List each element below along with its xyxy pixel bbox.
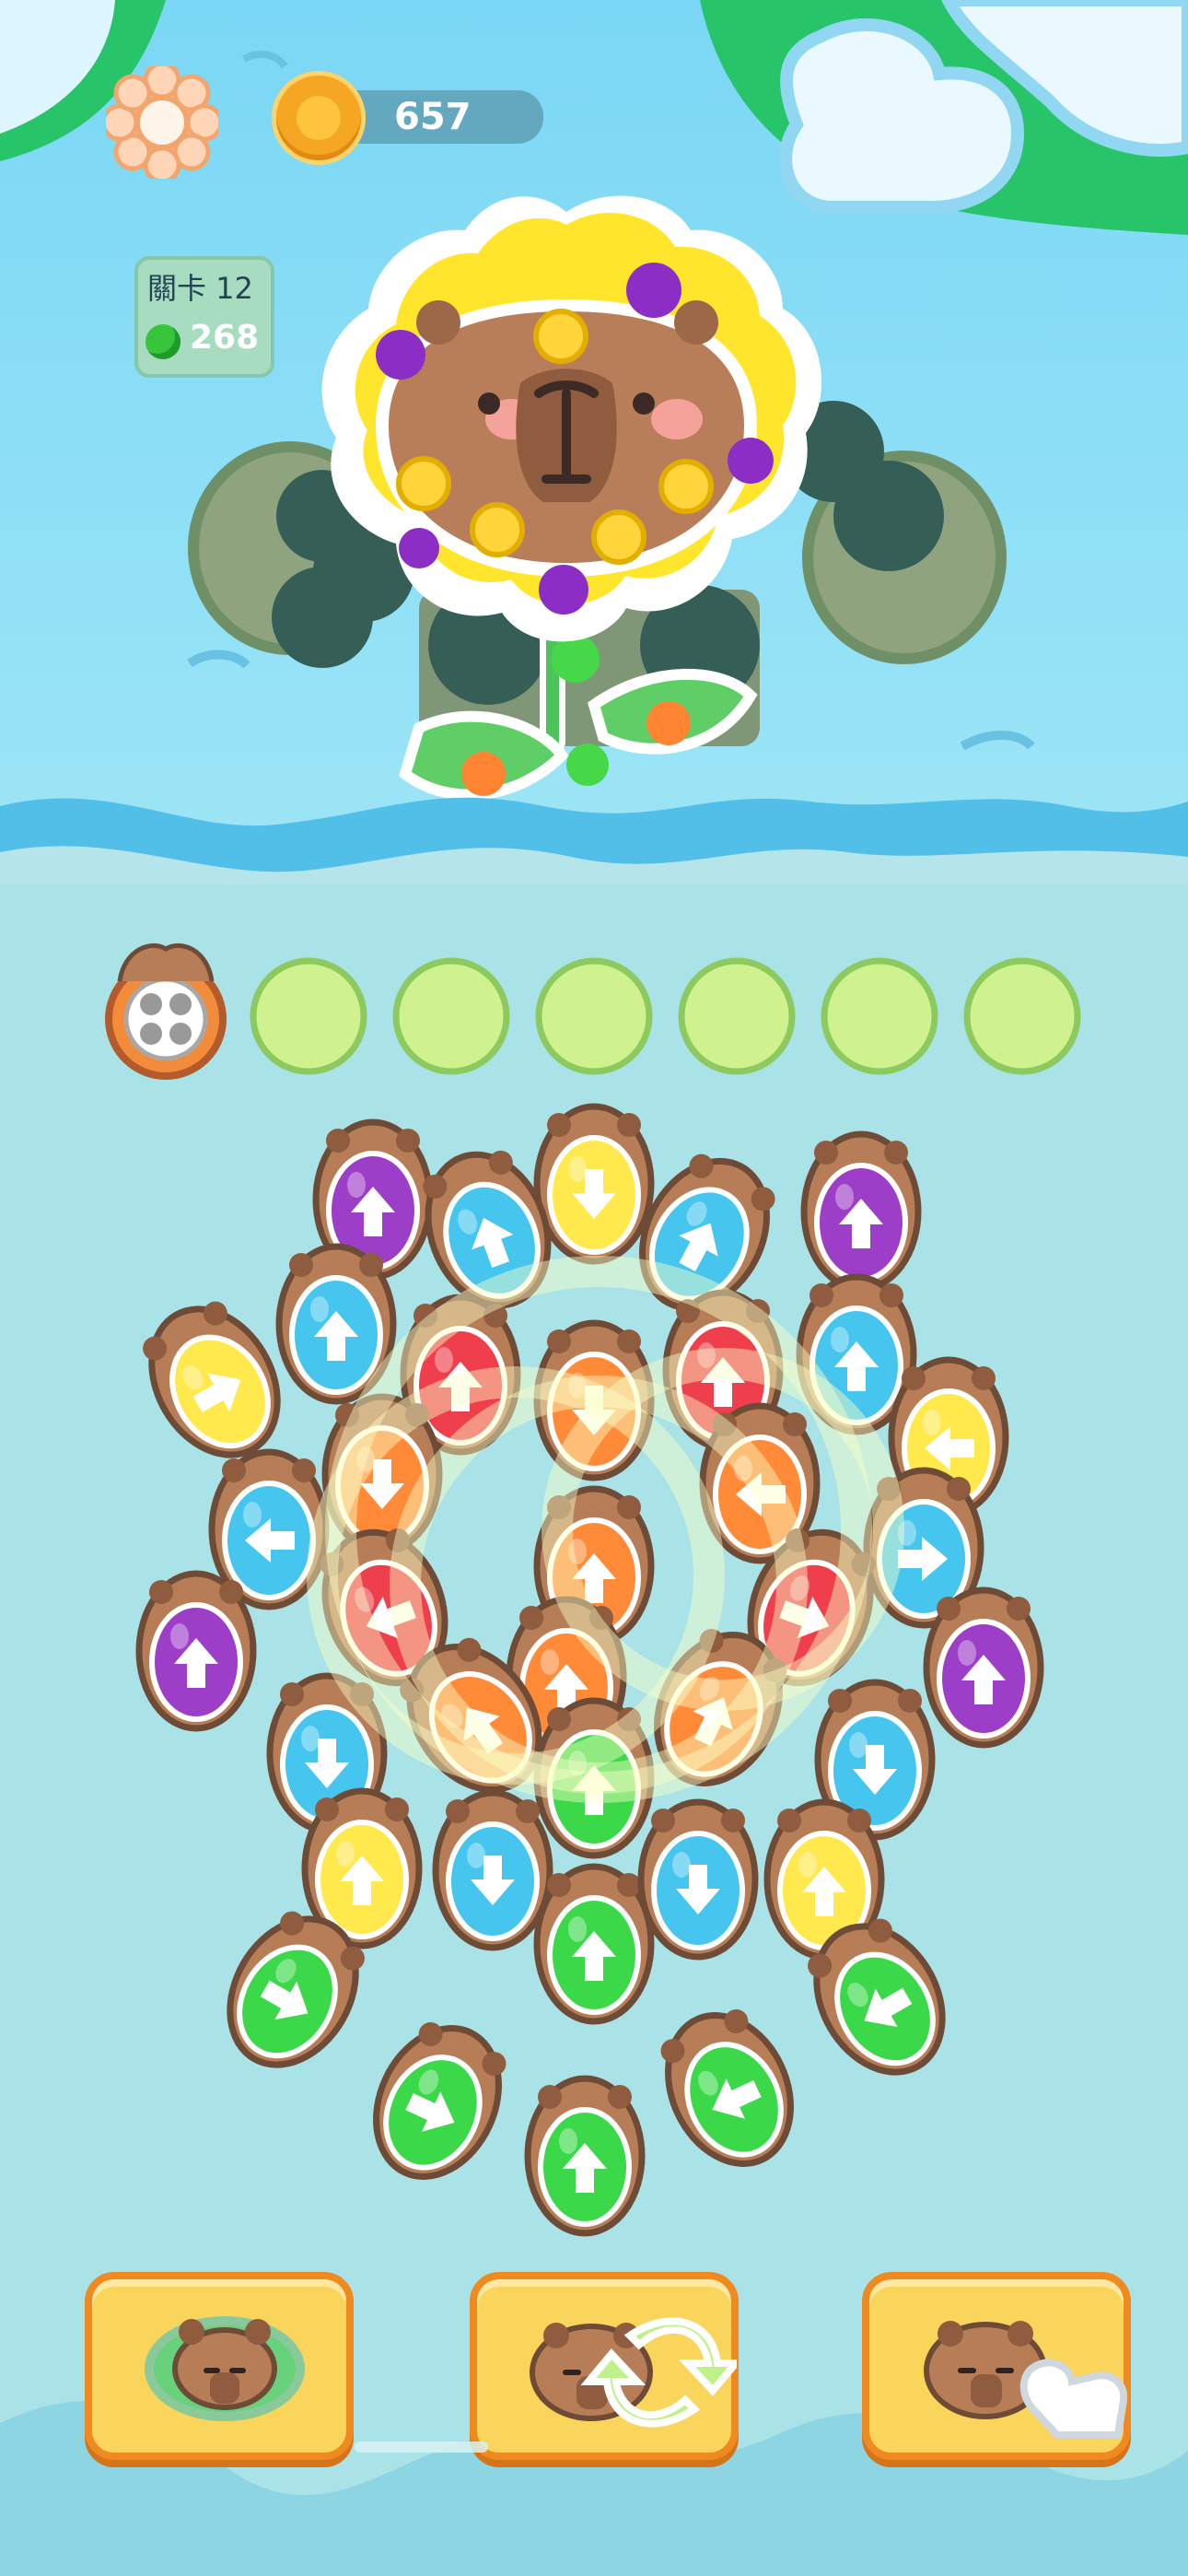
capybara-lilypad-icon xyxy=(145,2316,305,2421)
capybara-ear xyxy=(972,1366,996,1390)
float-shine xyxy=(958,1640,976,1666)
capybara-token[interactable] xyxy=(637,1798,759,1961)
float-shine xyxy=(672,1852,691,1878)
capybara-swap-icon xyxy=(530,2317,744,2428)
capybara-token[interactable] xyxy=(524,2075,646,2237)
swap-tool-button[interactable] xyxy=(470,2272,744,2460)
capybara-ear xyxy=(947,1477,971,1501)
capybara-ear xyxy=(547,1873,571,1897)
capybara-ear xyxy=(617,1873,641,1897)
capybara-token[interactable] xyxy=(533,1103,655,1265)
slot-3[interactable] xyxy=(392,957,510,1075)
capybara-ear xyxy=(219,1580,243,1604)
float-shine xyxy=(243,1502,262,1528)
capybara-ear xyxy=(446,1799,470,1823)
float-shine xyxy=(559,2128,577,2154)
capybara-ear xyxy=(396,1129,420,1153)
slot-5[interactable] xyxy=(678,957,796,1075)
float-shine xyxy=(835,1184,854,1210)
capybara-token[interactable] xyxy=(432,1789,553,1951)
capybara-ear xyxy=(884,1141,908,1165)
capybara-ear xyxy=(315,1797,339,1821)
float-shine xyxy=(568,1156,587,1182)
float-shine xyxy=(301,1726,320,1751)
capybara-ear xyxy=(608,2085,632,2109)
capybara-ear xyxy=(289,1253,313,1277)
tap-tool-button[interactable] xyxy=(862,2272,1131,2460)
capybara-ear xyxy=(280,1682,304,1706)
slot-1[interactable] xyxy=(105,943,227,1080)
capybara-ear xyxy=(617,1329,641,1353)
capybara-token[interactable] xyxy=(135,1570,257,1732)
capybara-ear xyxy=(547,1329,571,1353)
float-shine xyxy=(435,1347,453,1373)
float-shine xyxy=(310,1296,329,1322)
float-shine xyxy=(849,1732,868,1758)
float-shine xyxy=(170,1623,189,1649)
capybara-token[interactable] xyxy=(533,1863,655,2025)
capybara-ear xyxy=(783,1412,807,1436)
capybara-ear xyxy=(902,1366,926,1390)
capybara-token[interactable] xyxy=(645,1996,813,2184)
float-shine xyxy=(798,1852,817,1878)
board-overlay xyxy=(105,943,1081,2237)
capybara-ear xyxy=(617,1113,641,1137)
float-shine xyxy=(831,1327,849,1352)
capybara-ear xyxy=(326,1129,350,1153)
slot-2[interactable] xyxy=(250,957,367,1075)
float-shine xyxy=(467,1843,485,1868)
slot-7[interactable] xyxy=(963,957,1081,1075)
capybara-ear xyxy=(516,1799,540,1823)
capybara-ear xyxy=(809,1283,833,1307)
capybara-ear xyxy=(359,1253,383,1277)
capybara-ear xyxy=(149,1580,173,1604)
capybara-ear xyxy=(617,1495,641,1519)
float-shine xyxy=(923,1410,941,1435)
capybara-token[interactable] xyxy=(800,1130,922,1293)
capybara-ear xyxy=(898,1689,922,1713)
slot-6[interactable] xyxy=(821,957,938,1075)
capybara-ear xyxy=(828,1689,852,1713)
capybara-ear xyxy=(547,1113,571,1137)
slot-4[interactable] xyxy=(535,957,653,1075)
home-indicator xyxy=(355,2441,488,2453)
lilypad-tool-button[interactable] xyxy=(85,2272,354,2460)
capybara-ear xyxy=(222,1458,246,1482)
capybara-ear xyxy=(847,1809,871,1832)
capybara-ear xyxy=(1007,1597,1031,1621)
capybara-token[interactable] xyxy=(923,1587,1044,1749)
float-shine xyxy=(568,1916,587,1942)
capybara-ear xyxy=(547,1707,571,1731)
capybara-ear xyxy=(814,1141,838,1165)
capybara-ear xyxy=(879,1283,903,1307)
capybara-ear xyxy=(538,2085,562,2109)
capybara-tap-icon xyxy=(924,2321,1128,2439)
slot-row xyxy=(105,943,1081,1080)
float-shine xyxy=(336,1841,355,1867)
capybara-ear xyxy=(292,1458,316,1482)
capybara-token[interactable] xyxy=(353,2008,521,2197)
float-shine xyxy=(541,1649,559,1675)
capybara-ear xyxy=(721,1809,745,1832)
capybara-ear xyxy=(385,1797,409,1821)
capybara-ear xyxy=(777,1809,801,1832)
float-shine xyxy=(347,1172,366,1198)
capybara-ear xyxy=(519,1606,543,1630)
capybara-ear xyxy=(651,1809,675,1832)
capybara-ear xyxy=(937,1597,961,1621)
